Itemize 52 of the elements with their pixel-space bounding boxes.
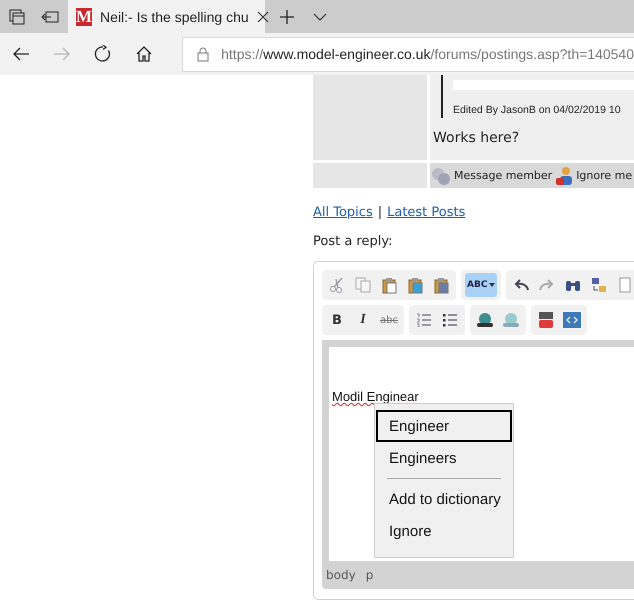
binoculars-icon — [565, 278, 582, 292]
user-icon — [555, 166, 574, 186]
site-logo: M — [76, 8, 92, 26]
replace-icon — [591, 277, 608, 293]
forward-arrow-icon — [52, 47, 71, 61]
video-block-icon — [538, 311, 554, 329]
close-tab-button[interactable] — [256, 8, 269, 24]
clipboard-icon — [407, 276, 423, 294]
ignore-member-link[interactable]: Ignore me — [576, 169, 632, 182]
menu-item[interactable]: Engineer — [376, 410, 512, 442]
text-editor-field[interactable]: Modil Enginear Engineer Engineers Add to dictionary Ignore — [322, 340, 634, 561]
menu-item[interactable]: Engineers — [376, 442, 512, 474]
spell-glyph: ABC — [467, 280, 488, 290]
back-arrow-icon — [12, 47, 30, 61]
format-button[interactable]: abc — [378, 308, 400, 332]
stacked-windows-icon — [8, 8, 24, 24]
home-icon — [136, 46, 152, 62]
page-icon — [619, 277, 632, 293]
nav-link[interactable]: All Topics — [313, 205, 373, 220]
nav-link[interactable]: Latest Posts — [387, 205, 466, 220]
address-bar[interactable]: https://www.model-engineer.co.uk/forums/postings.asp?th=140540 — [182, 36, 634, 72]
speech-bubbles-icon — [431, 166, 451, 184]
path-tag[interactable]: p — [366, 568, 374, 582]
edited-note: Edited By JasonB on 04/02/2019 10 — [453, 104, 622, 116]
caret-icon — [489, 283, 496, 287]
plus-icon — [280, 10, 294, 24]
menu-item[interactable]: Ignore — [376, 515, 512, 547]
redo-icon — [539, 279, 556, 291]
numbered-list-icon — [416, 313, 432, 327]
copy-icon — [355, 277, 371, 293]
refresh-icon — [94, 45, 112, 63]
format-button[interactable]: I — [352, 308, 374, 332]
chevron-down-icon — [312, 12, 326, 20]
window-arrow-icon — [40, 10, 58, 24]
clipboard-icon — [381, 276, 397, 294]
post-text: Works here? — [433, 130, 520, 146]
clipboard-icon — [433, 276, 449, 294]
format-button[interactable]: B — [326, 308, 348, 332]
code-icon — [563, 312, 581, 328]
reply-heading: Post a reply: — [313, 234, 394, 249]
bullet-list-icon — [442, 313, 458, 327]
undo-icon — [513, 279, 530, 291]
scissors-icon — [329, 277, 345, 293]
message-member-link[interactable]: Message member — [454, 169, 552, 182]
lock-icon — [197, 46, 210, 62]
path-tag[interactable]: body — [326, 568, 356, 582]
spellcheck-button[interactable]: ABC — [465, 273, 498, 297]
close-icon — [256, 10, 269, 22]
editor-text: Modil Enginear — [332, 389, 419, 404]
tab-title: Neil:- Is the spelling chu — [100, 8, 249, 24]
menu-item[interactable]: Add to dictionary — [376, 483, 512, 515]
link-separator: | — [378, 205, 382, 220]
